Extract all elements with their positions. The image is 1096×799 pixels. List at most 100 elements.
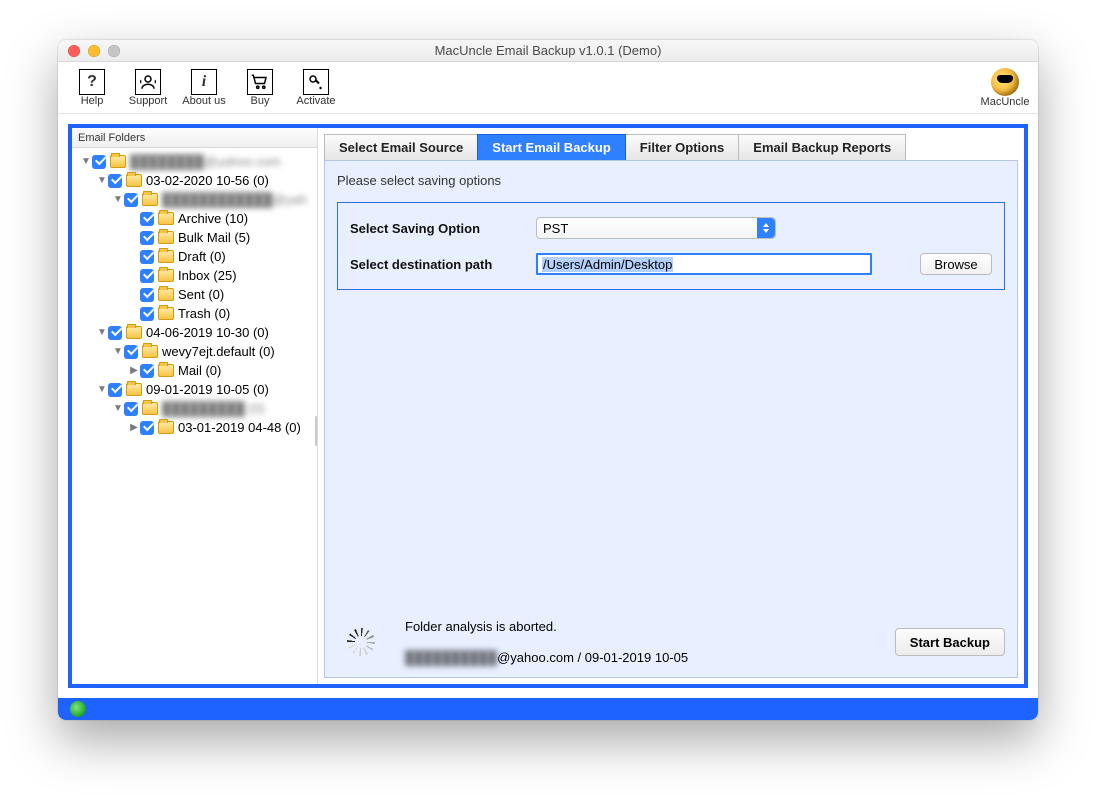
checkbox[interactable] (140, 421, 154, 435)
window-title: MacUncle Email Backup v1.0.1 (Demo) (58, 43, 1038, 58)
tree-row[interactable]: ▼ ████████@yahoo.com (72, 152, 317, 171)
folder-icon (158, 212, 174, 225)
folder-icon (110, 155, 126, 168)
checkbox[interactable] (140, 269, 154, 283)
main-panel: Select Email Source Start Email Backup F… (318, 128, 1024, 684)
tree-label: 03-01-2019 04-48 (0) (178, 420, 301, 435)
tree-row[interactable]: ▼ 03-02-2020 10-56 (0) (72, 171, 317, 190)
chevron-down-icon[interactable]: ▼ (112, 403, 124, 414)
spinner-icon (347, 628, 375, 656)
checkbox[interactable] (108, 326, 122, 340)
cart-icon (247, 69, 273, 95)
status-bar (58, 698, 1038, 720)
folder-icon (158, 231, 174, 244)
folder-icon (158, 307, 174, 320)
prompt-text: Please select saving options (337, 173, 1005, 188)
tree-label: wevy7ejt.default (0) (162, 344, 275, 359)
folder-icon (158, 364, 174, 377)
scrollbar-thumb[interactable] (315, 416, 317, 446)
toolbar: ? Help Support i About us Buy (58, 62, 1038, 114)
tree-row[interactable]: Inbox (25) (72, 266, 317, 285)
support-label: Support (129, 95, 168, 107)
folder-icon (158, 421, 174, 434)
checkbox[interactable] (92, 155, 106, 169)
tree-label: Inbox (25) (178, 268, 237, 283)
checkbox[interactable] (124, 193, 138, 207)
checkbox[interactable] (140, 288, 154, 302)
tab-filter-options[interactable]: Filter Options (625, 134, 740, 160)
folder-icon (126, 174, 142, 187)
checkbox[interactable] (140, 231, 154, 245)
saving-option-value: PST (543, 221, 568, 236)
tree-row[interactable]: Archive (10) (72, 209, 317, 228)
destination-input[interactable]: /Users/Admin/Desktop (536, 253, 872, 275)
checkbox[interactable] (140, 250, 154, 264)
tree-row[interactable]: ▼04-06-2019 10-30 (0) (72, 323, 317, 342)
select-arrows-icon (757, 218, 775, 238)
macuncle-icon (991, 68, 1019, 96)
support-icon (135, 69, 161, 95)
activate-button[interactable]: Activate (288, 64, 344, 112)
chevron-down-icon[interactable]: ▼ (80, 156, 92, 167)
tab-reports[interactable]: Email Backup Reports (738, 134, 906, 160)
tree-label: 03-02-2020 10-56 (0) (146, 173, 269, 188)
content-frame: Email Folders ▼████████@yahoo.com▼03-02-… (68, 124, 1028, 688)
tree-label: ████████@yahoo.com (130, 154, 280, 169)
buy-button[interactable]: Buy (232, 64, 288, 112)
chevron-down-icon[interactable]: ▼ (96, 384, 108, 395)
folder-tree[interactable]: ▼ ████████@yahoo.com ▼ 03-02-2020 10-56 (0)… (72, 148, 317, 684)
key-icon (303, 69, 329, 95)
tree-row[interactable]: ▼ ████████████@yah (72, 190, 317, 209)
tree-row[interactable]: ▶ 03-01-2019 04-48 (0) (72, 418, 317, 437)
brand-logo: MacUncle (978, 68, 1032, 108)
tab-bar: Select Email Source Start Email Backup F… (324, 134, 1024, 160)
tree-row[interactable]: Bulk Mail (5) (72, 228, 317, 247)
tab-select-source[interactable]: Select Email Source (324, 134, 478, 160)
chevron-down-icon[interactable]: ▼ (112, 346, 124, 357)
checkbox[interactable] (140, 307, 154, 321)
chevron-down-icon[interactable]: ▼ (96, 175, 108, 186)
tree-row[interactable]: Trash (0) (72, 304, 317, 323)
tree-row[interactable]: Sent (0) (72, 285, 317, 304)
tree-row[interactable]: Draft (0) (72, 247, 317, 266)
saving-option-label: Select Saving Option (350, 221, 536, 236)
start-backup-button[interactable]: Start Backup (895, 628, 1005, 656)
checkbox[interactable] (140, 212, 154, 226)
checkbox[interactable] (108, 383, 122, 397)
destination-value: /Users/Admin/Desktop (542, 257, 673, 272)
activate-label: Activate (296, 95, 335, 107)
tree-row[interactable]: ▼ wevy7ejt.default (0) (72, 342, 317, 361)
tree-label: Mail (0) (178, 363, 221, 378)
buy-label: Buy (251, 95, 270, 107)
folder-icon (142, 193, 158, 206)
tab-start-backup[interactable]: Start Email Backup (477, 134, 626, 160)
tree-row[interactable]: ▼09-01-2019 10-05 (0) (72, 380, 317, 399)
tree-row[interactable]: ▼█████████ (0) (72, 399, 317, 418)
checkbox[interactable] (140, 364, 154, 378)
chevron-down-icon[interactable]: ▼ (112, 194, 124, 205)
saving-option-select[interactable]: PST (536, 217, 776, 239)
tree-label: Trash (0) (178, 306, 230, 321)
chevron-right-icon[interactable]: ▶ (128, 365, 140, 376)
tree-row[interactable]: ▶ Mail (0) (72, 361, 317, 380)
tree-label: Archive (10) (178, 211, 248, 226)
titlebar: MacUncle Email Backup v1.0.1 (Demo) (58, 40, 1038, 62)
help-label: Help (81, 95, 104, 107)
folder-icon (158, 250, 174, 263)
folder-icon (142, 345, 158, 358)
checkbox[interactable] (124, 402, 138, 416)
checkbox[interactable] (124, 345, 138, 359)
tree-label: Sent (0) (178, 287, 224, 302)
tree-label: Bulk Mail (5) (178, 230, 250, 245)
checkbox[interactable] (108, 174, 122, 188)
status-path: ██████████@yahoo.com / 09-01-2019 10-05 (405, 650, 688, 665)
about-label: About us (182, 95, 225, 107)
support-button[interactable]: Support (120, 64, 176, 112)
chevron-right-icon[interactable]: ▶ (128, 422, 140, 433)
tree-label: ████████████@yah (162, 192, 307, 207)
folder-icon (142, 402, 158, 415)
browse-button[interactable]: Browse (920, 253, 992, 275)
help-button[interactable]: ? Help (64, 64, 120, 112)
about-button[interactable]: i About us (176, 64, 232, 112)
chevron-down-icon[interactable]: ▼ (96, 327, 108, 338)
